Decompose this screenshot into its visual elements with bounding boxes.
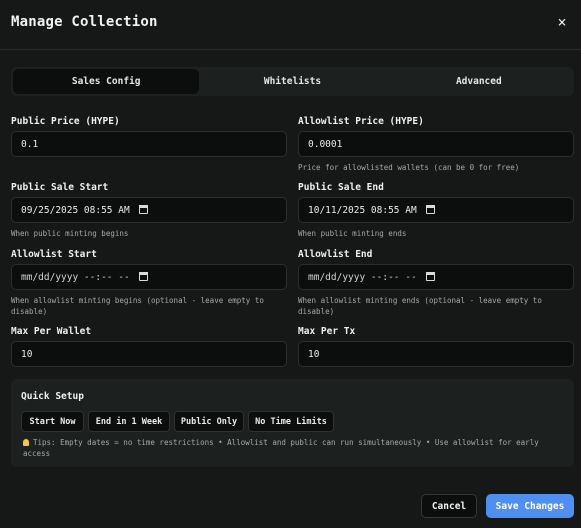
allowlist-start-group: Allowlist Start mm/dd/yyyy --:-- -- When… [11, 249, 287, 317]
allowlist-price-value: 0.0001 [308, 138, 343, 150]
tab-sales-config[interactable]: Sales Config [13, 69, 200, 94]
max-per-tx-group: Max Per Tx 10 [298, 326, 574, 367]
no-time-limits-button[interactable]: No Time Limits [248, 411, 334, 432]
allowlist-end-help: When allowlist minting ends (optional - … [298, 296, 542, 316]
end-in-1-week-button[interactable]: End in 1 Week [88, 411, 170, 432]
save-changes-button[interactable]: Save Changes [486, 494, 574, 518]
calendar-icon[interactable] [136, 272, 148, 282]
max-per-wallet-group: Max Per Wallet 10 [11, 326, 287, 367]
close-icon[interactable]: × [553, 13, 571, 31]
max-per-tx-value: 10 [308, 348, 320, 360]
max-per-wallet-label: Max Per Wallet [11, 326, 92, 337]
public-sale-start-help: When public minting begins [11, 229, 129, 238]
public-sale-end-value: 10/11/2025 08:55 AM [308, 204, 417, 216]
cancel-button[interactable]: Cancel [421, 494, 477, 518]
allowlist-end-label: Allowlist End [298, 249, 373, 260]
quick-setup-tips: Tips: Empty dates = no time restrictions… [23, 437, 563, 459]
tab-whitelists[interactable]: Whitelists [199, 69, 385, 94]
calendar-icon[interactable] [136, 205, 148, 215]
allowlist-end-placeholder: mm/dd/yyyy --:-- -- [308, 271, 417, 283]
allowlist-price-group: Allowlist Price (HYPE) 0.0001 Price for … [298, 116, 574, 173]
start-now-button[interactable]: Start Now [21, 411, 84, 432]
public-price-value: 0.1 [21, 138, 39, 150]
public-price-label: Public Price (HYPE) [11, 116, 120, 127]
modal-header: Manage Collection × [0, 0, 581, 50]
lightbulb-icon [23, 439, 29, 446]
tips-text: Tips: Empty dates = no time restrictions… [23, 438, 539, 458]
manage-collection-modal: Manage Collection × Sales Config Whiteli… [0, 0, 581, 528]
calendar-icon[interactable] [423, 272, 435, 282]
max-per-wallet-value: 10 [21, 348, 33, 360]
tab-advanced[interactable]: Advanced [386, 69, 572, 94]
max-per-tx-input[interactable]: 10 [298, 341, 574, 367]
allowlist-start-label: Allowlist Start [11, 249, 97, 260]
quick-setup-panel: Quick Setup Start Now End in 1 Week Publ… [11, 379, 574, 467]
max-per-tx-label: Max Per Tx [298, 326, 356, 337]
public-sale-start-label: Public Sale Start [11, 182, 109, 193]
calendar-icon[interactable] [423, 205, 435, 215]
quick-setup-title: Quick Setup [21, 391, 84, 402]
allowlist-start-help: When allowlist minting begins (optional … [11, 296, 264, 316]
allowlist-start-placeholder: mm/dd/yyyy --:-- -- [21, 271, 130, 283]
public-price-input[interactable]: 0.1 [11, 131, 287, 157]
public-price-group: Public Price (HYPE) 0.1 [11, 116, 287, 157]
public-sale-start-input[interactable]: 09/25/2025 08:55 AM [11, 197, 287, 223]
public-sale-end-group: Public Sale End 10/11/2025 08:55 AM When… [298, 182, 574, 239]
public-sale-start-value: 09/25/2025 08:55 AM [21, 204, 130, 216]
allowlist-end-group: Allowlist End mm/dd/yyyy --:-- -- When a… [298, 249, 574, 317]
allowlist-price-help: Price for allowlisted wallets (can be 0 … [298, 163, 520, 172]
allowlist-price-input[interactable]: 0.0001 [298, 131, 574, 157]
max-per-wallet-input[interactable]: 10 [11, 341, 287, 367]
allowlist-end-input[interactable]: mm/dd/yyyy --:-- -- [298, 264, 574, 290]
allowlist-start-input[interactable]: mm/dd/yyyy --:-- -- [11, 264, 287, 290]
public-only-button[interactable]: Public Only [174, 411, 244, 432]
allowlist-price-label: Allowlist Price (HYPE) [298, 116, 424, 127]
public-sale-end-help: When public minting ends [298, 229, 407, 238]
public-sale-start-group: Public Sale Start 09/25/2025 08:55 AM Wh… [11, 182, 287, 239]
modal-title: Manage Collection [11, 14, 158, 30]
tab-bar: Sales Config Whitelists Advanced [11, 67, 574, 96]
public-sale-end-label: Public Sale End [298, 182, 384, 193]
public-sale-end-input[interactable]: 10/11/2025 08:55 AM [298, 197, 574, 223]
